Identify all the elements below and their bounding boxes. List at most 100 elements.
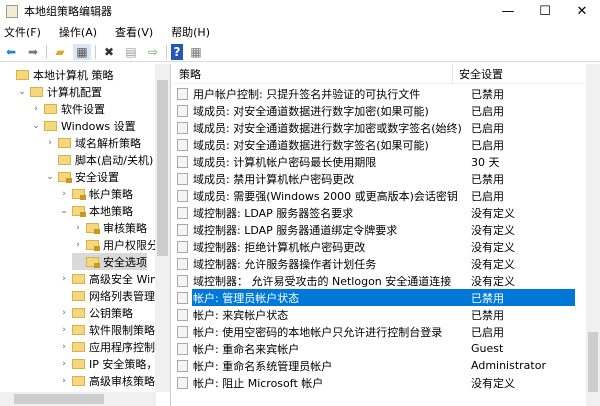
policy-row[interactable]: 域控制器: LDAP 服务器签名要求 没有定义 [177, 204, 575, 221]
policy-name: 域控制器: 拒绝计算机帐户密码更改 [193, 240, 366, 254]
expand-arrow-icon[interactable]: ⌄ [44, 172, 56, 182]
expand-arrow-icon[interactable]: › [44, 138, 56, 148]
tree-item[interactable]: 本地计算机 策略 [2, 66, 114, 83]
menu-view[interactable]: 查看(V) [115, 24, 153, 40]
expand-arrow-icon[interactable]: › [58, 359, 70, 369]
expand-arrow-icon[interactable]: › [30, 104, 42, 114]
tree-item[interactable]: › 软件限制策略 [58, 321, 155, 338]
folder-icon [44, 120, 57, 131]
policy-row[interactable]: 域控制器： 允许易受攻击的 Netlogon 安全通道连接 没有定义 [177, 272, 575, 289]
folder-icon [72, 358, 85, 369]
menu-file[interactable]: 文件(F) [4, 24, 41, 40]
policy-setting: 已禁用 [471, 87, 504, 101]
toolbar: ⬅ ➡ ▰ ▦ ✖ ▤ ⇨ ? ▦ [0, 42, 600, 62]
policy-row[interactable]: 帐户: 阻止 Microsoft 帐户 没有定义 [177, 374, 575, 391]
tree-pane: 本地计算机 策略 ⌄ 计算机配置 › 软件设置 ⌄ Windows 设置 › 域名解析策略脚本(… [0, 64, 171, 406]
policy-row[interactable]: 帐户: 重命名系统管理员帐户 Administrator [177, 357, 575, 374]
help-icon[interactable]: ? [171, 43, 183, 60]
vertical-scrollbar[interactable] [586, 64, 600, 406]
tree-item[interactable]: 安全选项 [72, 253, 147, 270]
tree-item[interactable]: ⌄ 本地策略 [58, 202, 133, 219]
expand-arrow-icon[interactable]: › [72, 223, 84, 233]
tree-item-label: 脚本(启动/关机) [75, 153, 154, 167]
tree-item-label: 公钥策略 [89, 306, 133, 320]
tree-item[interactable]: 脚本(启动/关机) [44, 151, 153, 168]
policy-setting: 没有定义 [471, 240, 515, 254]
policy-row[interactable]: 域成员: 对安全通道数据进行数字加密(如果可能) 已启用 [177, 102, 575, 119]
tree-item[interactable]: ⌄ 安全设置 [44, 168, 119, 185]
policy-setting: 已启用 [471, 138, 504, 152]
policy-row[interactable]: 域控制器: 允许服务器操作者计划任务 没有定义 [177, 255, 575, 272]
policy-setting: 没有定义 [471, 206, 515, 220]
tree-item[interactable]: ⌄ Windows 设置 [30, 117, 135, 134]
column-header-policy[interactable]: 策略 [173, 64, 453, 83]
extended-view-icon[interactable]: ▦ [187, 44, 205, 60]
expand-arrow-icon[interactable]: ⌄ [30, 121, 42, 131]
menu-action[interactable]: 操作(A) [59, 24, 97, 40]
close-button[interactable]: ✕ [564, 0, 600, 22]
tree-item[interactable]: › 域名解析策略 [44, 134, 141, 151]
folder-icon [72, 205, 86, 217]
policy-icon [177, 325, 188, 338]
policy-setting: Administrator [471, 359, 546, 372]
policy-name: 帐户: 阻止 Microsoft 帐户 [193, 376, 324, 390]
tree-item-label: 本地策略 [89, 204, 133, 218]
policy-row[interactable]: 域控制器: 拒绝计算机帐户密码更改 没有定义 [177, 238, 575, 255]
policy-icon [177, 172, 188, 185]
policy-name: 域成员: 对安全通道数据进行数字加密或数字签名(始终) [193, 121, 462, 135]
back-icon[interactable]: ⬅ [2, 44, 20, 60]
policy-setting: 30 天 [471, 155, 500, 169]
policy-name: 帐户: 使用空密码的本地帐户只允许进行控制台登录 [193, 325, 443, 339]
policy-setting: 已启用 [471, 121, 504, 135]
tree-item[interactable]: › 软件设置 [30, 100, 105, 117]
policy-setting: 已禁用 [463, 289, 575, 306]
folder-icon [72, 375, 85, 386]
policy-row[interactable]: 域成员: 禁用计算机帐户密码更改 已禁用 [177, 170, 575, 187]
expand-arrow-icon[interactable]: › [58, 376, 70, 386]
policy-name: 域成员: 需要强(Windows 2000 或更高版本)会话密钥 [193, 189, 458, 203]
expand-arrow-icon[interactable]: ⌄ [16, 87, 28, 97]
policy-icon [177, 376, 188, 389]
policy-icon [177, 342, 188, 355]
folder-icon [30, 86, 43, 97]
policy-row[interactable]: 域成员: 计算机帐户密码最长使用期限 30 天 [177, 153, 575, 170]
tree-horizontal-scrollbar[interactable] [0, 392, 156, 406]
forward-icon[interactable]: ➡ [24, 44, 42, 60]
minimize-button[interactable]: — [490, 0, 526, 22]
delete-icon[interactable]: ✖ [100, 44, 118, 60]
expand-arrow-icon[interactable]: › [58, 189, 70, 199]
up-folder-icon[interactable]: ▰ [51, 44, 69, 60]
properties-icon[interactable]: ▤ [122, 44, 140, 60]
show-hide-tree-icon[interactable]: ▦ [73, 43, 91, 60]
folder-icon [86, 222, 100, 234]
maximize-button[interactable]: ☐ [527, 0, 563, 22]
tree-item[interactable]: ⌄ 计算机配置 [16, 83, 102, 100]
app-icon [6, 4, 18, 18]
policy-row[interactable]: 帐户: 重命名来宾帐户 Guest [177, 340, 575, 357]
policy-row[interactable]: 域成员: 对安全通道数据进行数字签名(如果可能) 已启用 [177, 136, 575, 153]
policy-row[interactable]: 用户帐户控制: 只提升签名并验证的可执行文件 已禁用 [177, 85, 575, 102]
menu-help[interactable]: 帮助(H) [171, 24, 210, 40]
toolbar-separator [46, 44, 47, 59]
policy-name: 域控制器: LDAP 服务器通道绑定令牌要求 [193, 223, 398, 237]
policy-row[interactable]: 域成员: 需要强(Windows 2000 或更高版本)会话密钥 已启用 [177, 187, 575, 204]
expand-arrow-icon[interactable]: › [72, 240, 84, 250]
expand-arrow-icon[interactable]: › [58, 342, 70, 352]
policy-row[interactable]: 帐户: 管理员帐户状态 已禁用 [177, 289, 575, 306]
expand-arrow-icon[interactable]: › [58, 274, 70, 284]
expand-arrow-icon[interactable]: › [58, 325, 70, 335]
policy-row[interactable]: 域成员: 对安全通道数据进行数字加密或数字签名(始终) 已启用 [177, 119, 575, 136]
policy-row[interactable]: 帐户: 来宾帐户状态 已禁用 [177, 306, 575, 323]
policy-row[interactable]: 域控制器: LDAP 服务器通道绑定令牌要求 没有定义 [177, 221, 575, 238]
export-list-icon[interactable]: ⇨ [144, 44, 162, 60]
tree-vertical-scrollbar[interactable] [155, 64, 170, 392]
tree-item[interactable]: › 审核策略 [72, 219, 147, 236]
expand-arrow-icon[interactable]: › [58, 308, 70, 318]
policy-row[interactable]: 帐户: 使用空密码的本地帐户只允许进行控制台登录 已启用 [177, 323, 575, 340]
tree-item[interactable]: › 帐户策略 [58, 185, 133, 202]
policy-name: 域成员: 禁用计算机帐户密码更改 [193, 172, 355, 186]
expand-arrow-icon[interactable]: ⌄ [58, 206, 70, 216]
column-header-setting[interactable]: 安全设置 [453, 66, 503, 82]
tree-item[interactable]: › 公钥策略 [58, 304, 133, 321]
policy-setting: 已禁用 [471, 308, 504, 322]
